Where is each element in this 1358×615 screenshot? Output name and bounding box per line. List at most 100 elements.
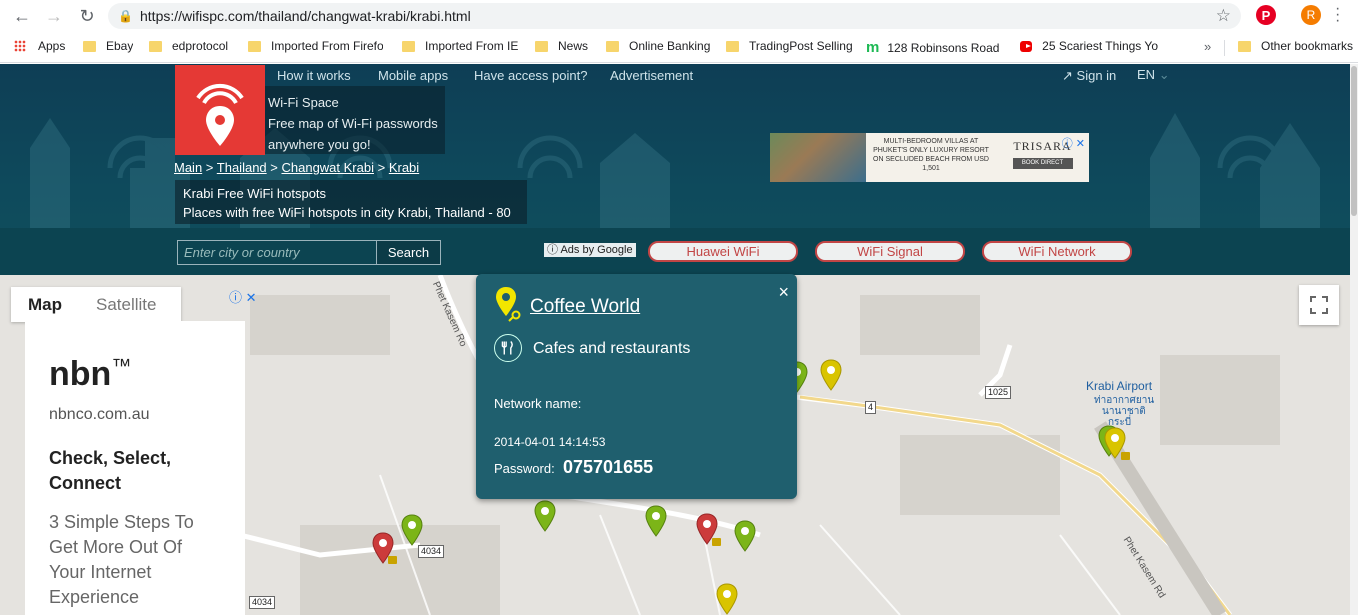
- folder-icon: [248, 40, 261, 52]
- bookmarks-divider: [1224, 40, 1225, 56]
- bookmark-label: Online Banking: [629, 39, 711, 53]
- reload-icon[interactable]: ↻: [72, 0, 102, 32]
- hotspot-name-link[interactable]: Coffee World: [530, 296, 640, 318]
- bookmark-online-banking[interactable]: Online Banking: [606, 39, 710, 53]
- city-search-input[interactable]: Enter city or country: [177, 240, 377, 265]
- nav-have-access-point[interactable]: Have access point?: [474, 68, 587, 83]
- airport-label-en: Krabi Airport: [1086, 379, 1153, 393]
- hotspot-category: Cafes and restaurants: [533, 340, 691, 357]
- address-bar[interactable]: 🔒 https://wifispc.com/thailand/changwat-…: [108, 3, 1241, 29]
- bookmark-label: Ebay: [106, 39, 134, 53]
- ad-text: MULTI-BEDROOM VILLAS AT PHUKET'S ONLY LU…: [873, 138, 989, 172]
- nav-how-it-works[interactable]: How it works: [277, 68, 351, 83]
- nbn-side-ad[interactable]: nbn™ nbnco.com.au Check, Select, Connect…: [25, 321, 245, 615]
- search-button[interactable]: Search: [376, 240, 441, 265]
- info-icon: ⓘ: [547, 244, 558, 256]
- bookmark-youtube[interactable]: 25 Scariest Things Yo: [1020, 39, 1158, 53]
- bookmark-imported-firefox[interactable]: Imported From Firefo: [248, 39, 383, 53]
- language-selector[interactable]: EN ⌄: [1137, 67, 1170, 83]
- route-4034-shield: 4034: [249, 596, 276, 609]
- route-4034-shield: 4034: [418, 545, 445, 558]
- green-map-pin-icon[interactable]: [645, 505, 667, 537]
- page-scrollbar[interactable]: [1350, 64, 1358, 615]
- nbn-domain: nbnco.com.au: [49, 406, 150, 423]
- bookmark-star-icon[interactable]: ☆: [1216, 6, 1231, 26]
- profile-avatar[interactable]: R: [1301, 5, 1321, 25]
- back-icon[interactable]: ←: [7, 0, 37, 32]
- hotspot-info-popup: Coffee World × Cafes and restaurants Net…: [476, 274, 797, 499]
- route-4-shield: 4: [865, 401, 877, 414]
- ad-link-wifi-signal[interactable]: WiFi Signal: [815, 241, 965, 262]
- youtube-icon: [1020, 40, 1033, 52]
- wifi-space-logo[interactable]: [175, 65, 265, 155]
- bookmark-tradingpost[interactable]: TradingPost Selling: [726, 39, 853, 53]
- pinterest-extension-icon[interactable]: P: [1256, 5, 1276, 25]
- green-map-pin-icon[interactable]: [534, 500, 556, 532]
- bookmark-label: TradingPost Selling: [749, 39, 853, 53]
- map-type-control: Map Satellite: [11, 287, 181, 322]
- folder-icon: [1238, 40, 1251, 52]
- book-direct-button[interactable]: BOOK DIRECT: [1012, 158, 1073, 169]
- breadcrumb-separator: >: [373, 160, 389, 175]
- green-map-pin-icon[interactable]: [401, 514, 423, 546]
- wifi-pin-logo-icon: [196, 83, 244, 146]
- bookmarks-bar: Apps Ebay edprotocol Imported From Firef…: [0, 32, 1358, 63]
- forward-icon[interactable]: →: [39, 0, 69, 32]
- lock-icon: [712, 538, 721, 546]
- breadcrumb-krabi[interactable]: Krabi: [389, 160, 419, 175]
- green-map-pin-icon[interactable]: [734, 520, 756, 552]
- folder-icon: [402, 40, 415, 52]
- bookmark-edprotocol[interactable]: edprotocol: [149, 39, 228, 53]
- breadcrumb-changwat-krabi[interactable]: Changwat Krabi: [281, 160, 374, 175]
- bookmark-ebay[interactable]: Ebay: [83, 39, 133, 53]
- nbn-brand: nbn™: [49, 355, 221, 394]
- bookmark-imported-ie[interactable]: Imported From IE: [402, 39, 518, 53]
- m-icon: m: [866, 39, 880, 56]
- fullscreen-button[interactable]: [1299, 285, 1339, 325]
- bookmark-apps[interactable]: Apps: [14, 39, 65, 53]
- hotspot-date: 2014-04-01 14:14:53: [494, 435, 606, 449]
- nav-advertisement[interactable]: Advertisement: [610, 68, 693, 83]
- folder-icon: [83, 40, 96, 52]
- tagline-line-2: anywhere you go!: [268, 137, 371, 152]
- sign-in-icon: ↗: [1062, 68, 1073, 83]
- nav-mobile-apps[interactable]: Mobile apps: [378, 68, 448, 83]
- yellow-map-pin-icon[interactable]: [716, 583, 738, 615]
- bookmark-robinsons[interactable]: m 128 Robinsons Road: [866, 39, 1000, 56]
- browser-toolbar: ← → ↻ 🔒 https://wifispc.com/thailand/cha…: [0, 0, 1358, 32]
- nbn-headline: Check, Select, Connect: [49, 448, 172, 493]
- network-name-label: Network name:: [494, 396, 582, 411]
- tab-map[interactable]: Map: [11, 287, 79, 322]
- brand-tagline: Wi-Fi Space Free map of Wi-Fi passwords …: [265, 86, 445, 154]
- ad-link-wifi-network[interactable]: WiFi Network: [982, 241, 1132, 262]
- bookmark-label: News: [558, 39, 589, 53]
- breadcrumb-thailand[interactable]: Thailand: [217, 160, 267, 175]
- ads-by-google-label: Ads by Google: [560, 244, 633, 256]
- page-heading: Krabi Free WiFi hotspots Places with fre…: [175, 180, 527, 224]
- lock-icon: [388, 556, 397, 564]
- breadcrumb-main[interactable]: Main: [174, 160, 202, 175]
- sign-in-link[interactable]: ↗ Sign in: [1062, 68, 1116, 84]
- trisara-banner-ad[interactable]: MULTI-BEDROOM VILLAS AT PHUKET'S ONLY LU…: [770, 133, 1089, 182]
- tab-satellite[interactable]: Satellite: [79, 287, 173, 322]
- breadcrumb-separator: >: [266, 160, 282, 175]
- ad-info-icon[interactable]: ⓘ ✕: [1062, 135, 1085, 151]
- route-1025-shield: 1025: [985, 386, 1012, 399]
- scrollbar-thumb[interactable]: [1351, 66, 1357, 216]
- folder-icon: [606, 40, 619, 52]
- ad-link-huawei-wifi[interactable]: Huawei WiFi: [648, 241, 798, 262]
- restaurant-icon: [494, 334, 522, 362]
- ad-choices-icon[interactable]: ⓘ ✕: [229, 287, 257, 306]
- bookmark-news[interactable]: News: [535, 39, 588, 53]
- yellow-map-pin-icon[interactable]: [820, 359, 842, 391]
- folder-icon: [535, 40, 548, 52]
- bookmark-other[interactable]: Other bookmarks: [1238, 39, 1353, 53]
- folder-icon: [149, 40, 162, 52]
- browser-menu-icon[interactable]: · · ·: [1335, 1, 1340, 29]
- lock-icon: 🔒: [118, 9, 133, 23]
- bookmark-label: Imported From IE: [425, 39, 519, 53]
- nbn-body: 3 Simple Steps To Get More Out Of Your I…: [49, 512, 194, 607]
- bookmarks-overflow-button[interactable]: »: [1204, 39, 1211, 54]
- close-icon[interactable]: ×: [778, 282, 789, 303]
- ads-by-google[interactable]: ⓘ Ads by Google: [544, 243, 636, 257]
